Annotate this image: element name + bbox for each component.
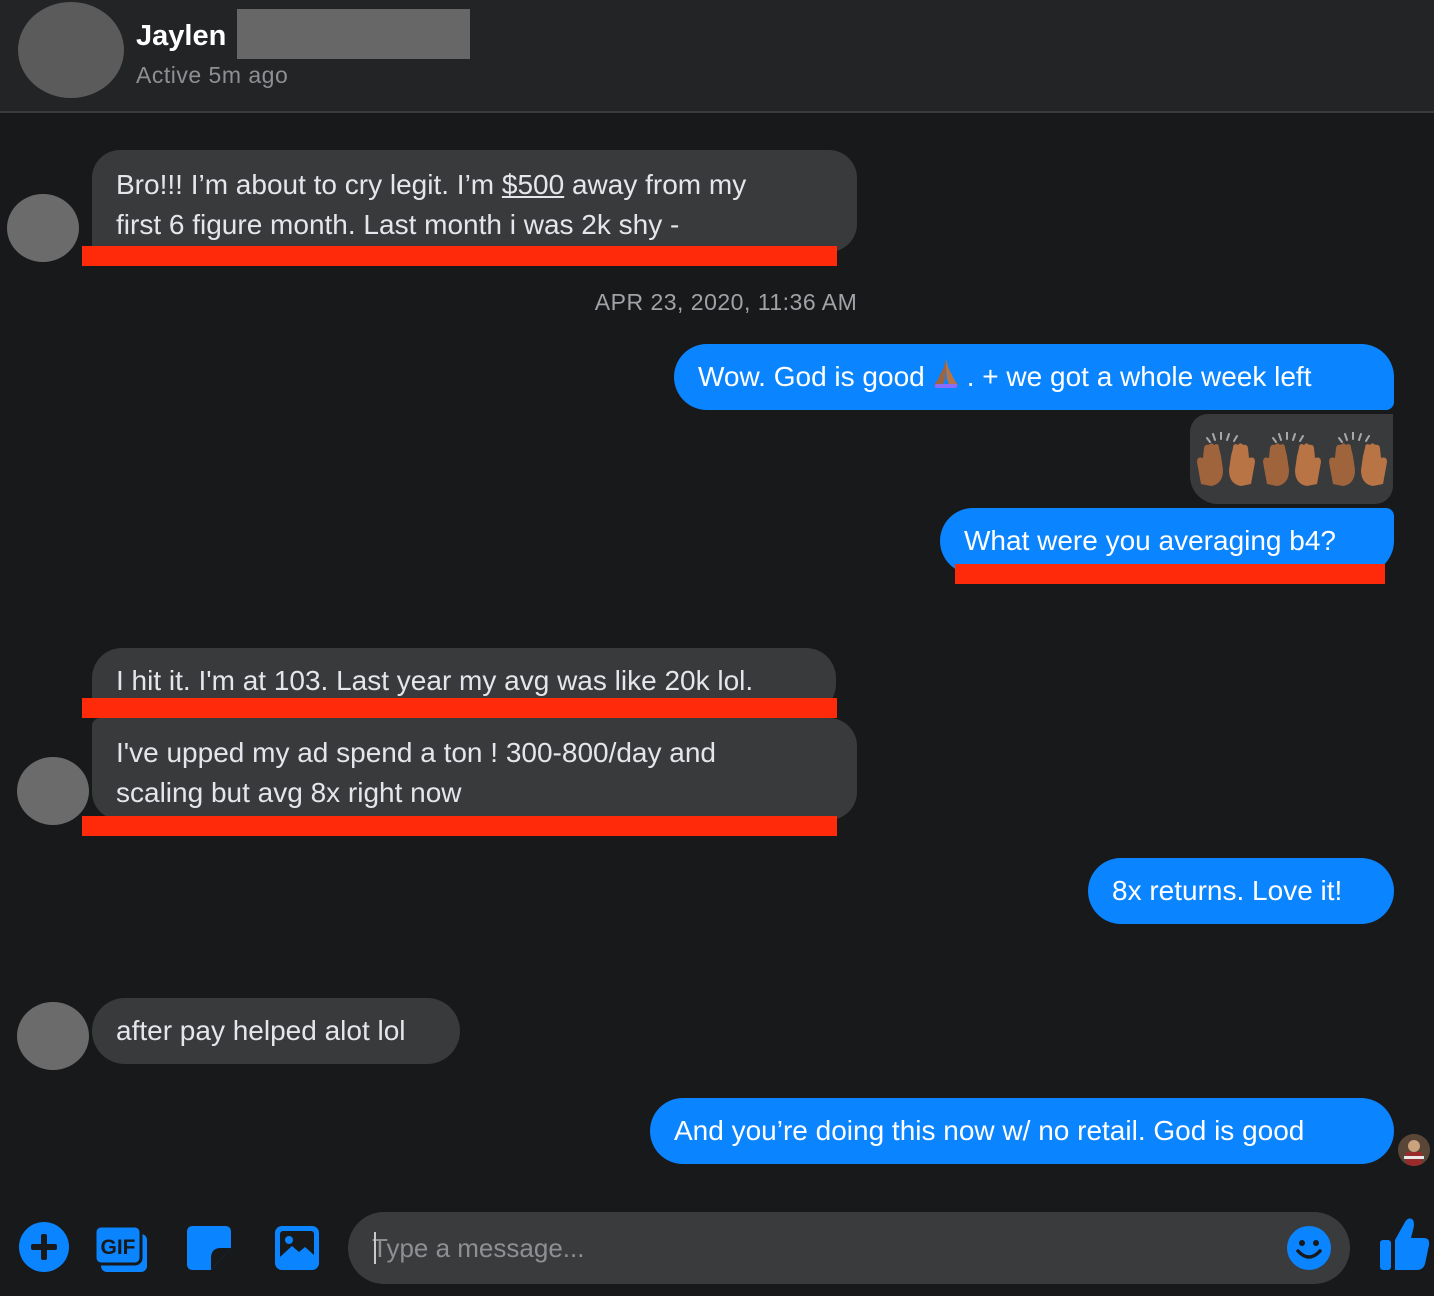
message-text-line: I've upped my ad spend a ton ! 300-800/d… [116, 737, 717, 768]
message-bubble-incoming[interactable]: Bro!!! I’m about to cry legit. I’m $500 … [92, 150, 857, 252]
emoji-icon[interactable] [1286, 1225, 1332, 1276]
message-text: Bro!!! I’m about to cry legit. I’m [116, 169, 502, 200]
red-highlight-underline [82, 816, 837, 836]
sender-avatar[interactable] [7, 194, 79, 262]
contact-name[interactable]: Jaylen [136, 20, 226, 53]
message-input[interactable] [372, 1212, 1272, 1284]
name-redaction-box [237, 9, 470, 59]
folded-hands-emoji-icon [931, 357, 961, 400]
thumbs-up-icon[interactable] [1378, 1216, 1430, 1277]
message-bubble-emoji[interactable] [1190, 414, 1393, 504]
text-caret [374, 1232, 376, 1264]
red-highlight-underline [82, 698, 837, 718]
message-text-line: Bro!!! I’m about to cry legit. I’m $500 … [116, 165, 833, 205]
message-text: I hit it. I'm at 103. Last year my avg w… [116, 665, 754, 696]
image-icon[interactable] [273, 1224, 321, 1277]
conversation-header: Jaylen Active 5m ago [0, 0, 1434, 113]
raising-hands-emoji-icon [1328, 432, 1387, 486]
message-text: Wow. God is good [698, 361, 925, 392]
message-text-line: scaling but avg 8x right now [116, 777, 462, 808]
timestamp-divider: APR 23, 2020, 11:36 AM [594, 289, 858, 315]
gif-icon[interactable]: GIF [93, 1224, 147, 1279]
message-bubble-incoming[interactable]: I've upped my ad spend a ton ! 300-800/d… [92, 718, 857, 820]
message-composer [348, 1212, 1350, 1284]
seen-indicator-avatar [1398, 1134, 1430, 1166]
red-highlight-underline [82, 246, 837, 266]
message-bubble-incoming[interactable]: after pay helped alot lol [92, 998, 460, 1064]
contact-avatar[interactable] [18, 2, 124, 98]
message-text: 8x returns. Love it! [1112, 875, 1343, 906]
plus-icon[interactable] [19, 1222, 69, 1277]
active-status: Active 5m ago [136, 62, 289, 88]
emoji-row [1190, 432, 1393, 488]
message-bubble-outgoing[interactable]: Wow. God is good . + we got a whole week… [674, 344, 1394, 410]
message-text: What were you averaging b4? [964, 525, 1336, 556]
red-highlight-underline [955, 564, 1385, 584]
sticker-icon[interactable] [185, 1224, 233, 1277]
sender-avatar[interactable] [17, 1002, 89, 1070]
message-text: away from my [564, 169, 747, 200]
message-text: And you’re doing this now w/ no retail. … [674, 1115, 1305, 1146]
raising-hands-emoji-icon [1196, 432, 1255, 486]
message-bubble-outgoing[interactable]: And you’re doing this now w/ no retail. … [650, 1098, 1394, 1164]
message-amount: $500 [501, 169, 565, 200]
svg-text:GIF: GIF [101, 1236, 136, 1259]
sender-avatar[interactable] [17, 757, 89, 825]
message-text: . + we got a whole week left [966, 361, 1312, 392]
message-text: after pay helped alot lol [116, 1015, 406, 1046]
message-text-line: first 6 figure month. Last month i was 2… [116, 209, 680, 240]
raising-hands-emoji-icon [1262, 432, 1321, 486]
message-bubble-outgoing[interactable]: 8x returns. Love it! [1088, 858, 1394, 924]
